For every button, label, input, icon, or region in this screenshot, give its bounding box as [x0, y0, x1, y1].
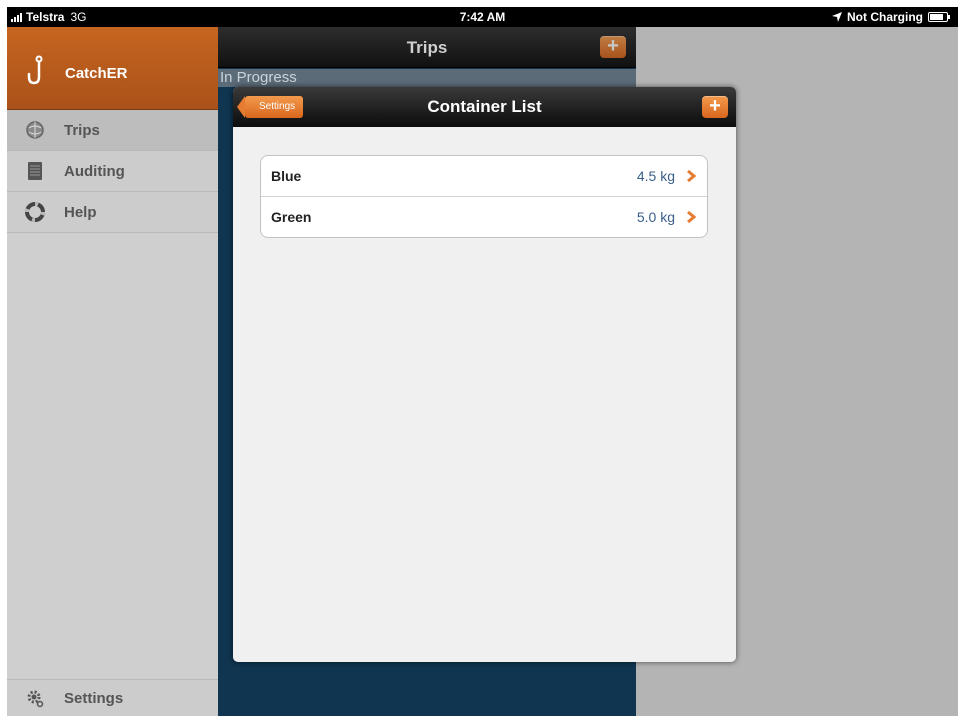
chevron-right-icon [687, 210, 697, 224]
section-header-in-progress: In Progress [218, 69, 636, 87]
clock: 7:42 AM [459, 10, 506, 24]
status-bar: Telstra 3G 7:42 AM Not Charging [7, 7, 958, 27]
sidebar-item-auditing[interactable]: Auditing [7, 151, 218, 192]
sidebar-menu: Trips Auditing Help [7, 110, 218, 233]
sidebar-item-settings[interactable]: Settings [7, 679, 218, 716]
sidebar-item-label: Trips [64, 121, 100, 139]
container-weight: 5.0 kg [636, 209, 675, 225]
brand-header: CatchER [7, 27, 218, 110]
globe-icon [25, 120, 45, 140]
modal-title: Container List [427, 97, 542, 116]
modal-header: Settings Container List + [233, 87, 736, 127]
sidebar-item-label: Help [64, 203, 97, 221]
chevron-right-icon [687, 169, 697, 183]
battery-icon [928, 12, 950, 22]
trips-title: Trips [406, 38, 448, 57]
container-weight: 4.5 kg [636, 168, 675, 184]
gear-icon [27, 690, 44, 708]
trips-header: Trips + [218, 27, 636, 68]
table-row[interactable]: Blue 4.5 kg [261, 156, 707, 197]
sidebar: CatchER Trips Auditing Help Settings [7, 27, 218, 716]
document-icon [25, 161, 45, 181]
app-frame: Telstra 3G 7:42 AM Not Charging CatchER … [7, 7, 958, 716]
add-trip-button[interactable]: + [600, 36, 626, 58]
container-table: Blue 4.5 kg Green 5.0 kg [260, 155, 708, 238]
location-arrow-icon [832, 12, 842, 22]
status-right: Not Charging [832, 10, 950, 24]
lifebuoy-icon [25, 202, 45, 222]
container-list-modal: Settings Container List + Blue 4.5 kg Gr… [233, 87, 736, 662]
add-container-button[interactable]: + [702, 96, 728, 118]
fish-hook-icon [27, 55, 43, 85]
container-name: Blue [271, 168, 302, 184]
brand-title: CatchER [65, 65, 128, 82]
sidebar-item-help[interactable]: Help [7, 192, 218, 233]
sidebar-item-trips[interactable]: Trips [7, 110, 218, 151]
charging-status: Not Charging [847, 10, 923, 24]
container-name: Green [271, 209, 312, 225]
sidebar-item-label: Auditing [64, 162, 125, 180]
table-row[interactable]: Green 5.0 kg [261, 197, 707, 237]
settings-label: Settings [64, 689, 124, 707]
